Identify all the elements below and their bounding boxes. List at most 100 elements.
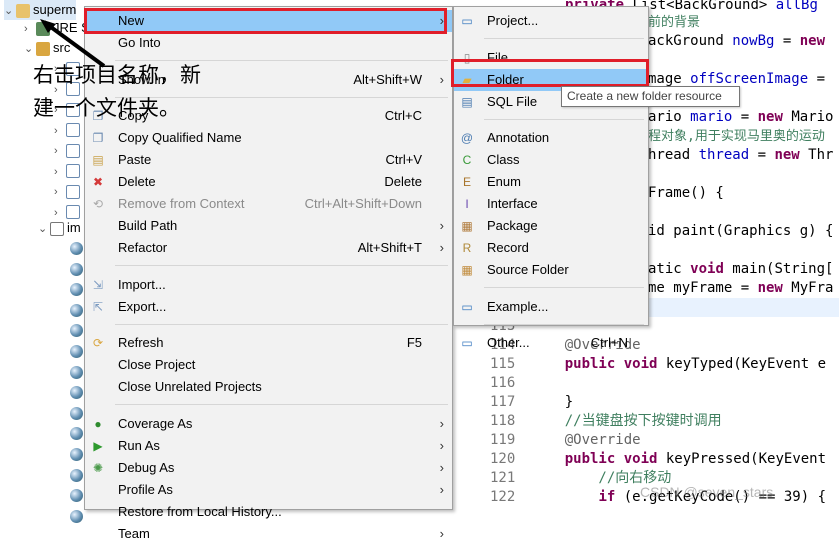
menu-separator <box>484 38 644 39</box>
menu-item-shortcut: Alt+Shift+T <box>357 240 422 255</box>
chevron-icon[interactable]: › <box>54 121 66 141</box>
menu-item-refactor[interactable]: Refactor Alt+Shift+T › <box>85 237 452 259</box>
menu-item-delete[interactable]: ✖ Delete Delete <box>85 171 452 193</box>
menu-item-label: Project... <box>487 13 539 28</box>
menu-item-label: Class <box>487 152 520 167</box>
menu-item-source-folder[interactable]: ▦ Source Folder <box>454 259 648 281</box>
menu-item-restore-from-local-history[interactable]: Restore from Local History... <box>85 501 452 523</box>
menu-item-label: Import... <box>118 276 166 292</box>
image-file-icon[interactable] <box>70 386 83 400</box>
code-line: ackGround nowBg = new <box>648 33 826 49</box>
chevron-icon[interactable]: › <box>54 182 66 202</box>
chevron-right-icon: › <box>439 240 444 255</box>
chevron-right-icon: › <box>439 437 444 453</box>
menu-item-label: Export... <box>118 298 167 314</box>
menu-item-shortcut: Ctrl+C <box>384 108 422 123</box>
menu-item-label: Build Path <box>118 218 178 233</box>
java-file-icon <box>66 205 80 220</box>
menu-item-debug-as[interactable]: ✺ Debug As › <box>85 457 452 479</box>
code-line: //当键盘按下按键时调用 <box>531 413 722 429</box>
copy-qualified-icon: ❐ <box>92 131 104 145</box>
menu-item-close-project[interactable]: Close Project <box>85 354 452 376</box>
menu-item-import[interactable]: ⇲ Import... <box>85 274 452 296</box>
image-file-icon[interactable] <box>70 448 83 461</box>
menu-item-run-as[interactable]: ▶ Run As › <box>85 435 452 457</box>
run-icon: ▶ <box>93 438 103 453</box>
chevron-icon[interactable]: ⌄ <box>38 219 50 239</box>
menu-item-shortcut: Ctrl+N <box>590 335 628 350</box>
menu-item-team[interactable]: Team › <box>85 523 452 545</box>
sql-file-icon: ▤ <box>461 94 473 109</box>
menu-item-shortcut: Ctrl+Alt+Shift+Down <box>304 196 422 211</box>
coverage-icon: ● <box>94 416 102 431</box>
code-line: atic void main(String[ <box>648 261 834 277</box>
tree-label: im <box>67 220 81 235</box>
image-file-icon[interactable] <box>70 324 83 338</box>
java-file-icon <box>66 184 80 199</box>
menu-item-close-unrelated-projects[interactable]: Close Unrelated Projects <box>85 376 452 398</box>
package-icon: ▦ <box>461 219 473 233</box>
menu-item-class[interactable]: C Class <box>454 149 648 171</box>
line-number: 119 <box>490 432 516 448</box>
menu-item-paste[interactable]: ▤ Paste Ctrl+V <box>85 149 452 171</box>
image-file-icon[interactable] <box>70 427 83 441</box>
image-file-icon[interactable] <box>70 406 83 420</box>
debug-icon: ✺ <box>92 460 104 475</box>
menu-item-enum[interactable]: E Enum <box>454 171 648 193</box>
menu-item-refresh[interactable]: ⟳ Refresh F5 <box>85 332 452 354</box>
chevron-right-icon: › <box>439 481 444 497</box>
tree-java-file[interactable]: › <box>54 161 83 181</box>
enum-icon: E <box>462 175 471 189</box>
image-file-icon[interactable] <box>70 468 83 482</box>
tree-java-file[interactable]: › <box>54 140 83 160</box>
chevron-right-icon: › <box>439 218 444 233</box>
menu-separator <box>115 404 448 405</box>
image-file-icon[interactable] <box>70 345 83 358</box>
image-file-icon[interactable] <box>70 283 83 297</box>
menu-item-label: SQL File <box>487 93 538 109</box>
menu-item-annotation[interactable]: @ Annotation <box>454 127 648 149</box>
java-file-icon <box>66 123 80 138</box>
code-line: @Override <box>531 432 641 448</box>
remove-context-icon: ⟲ <box>92 197 104 211</box>
import-icon: ⇲ <box>92 277 104 292</box>
menu-item-label: Annotation <box>487 130 550 145</box>
menu-item-export[interactable]: ⇱ Export... <box>85 296 452 318</box>
menu-item-example[interactable]: ▭ Example... <box>454 296 648 318</box>
new-project-icon: ▭ <box>461 14 473 28</box>
example-icon: ▭ <box>461 299 473 314</box>
menu-item-label: Run As <box>118 437 160 453</box>
export-icon: ⇱ <box>92 299 104 314</box>
tree-java-file[interactable]: › <box>54 181 83 201</box>
code-line: 程对象,用于实现马里奥的运动 <box>648 129 825 144</box>
menu-item-label: Example... <box>487 298 549 314</box>
menu-item-other[interactable]: ▭ Other... Ctrl+N <box>454 332 648 354</box>
image-file-icon[interactable] <box>70 509 83 523</box>
tree-images-folder[interactable]: ⌄ im <box>38 218 81 238</box>
menu-item-go-into[interactable]: Go Into <box>85 32 452 54</box>
image-file-icon[interactable] <box>70 365 83 379</box>
chevron-icon[interactable]: › <box>54 162 66 182</box>
line-number: 118 <box>490 413 516 429</box>
image-file-icon[interactable] <box>70 242 83 255</box>
tree-java-file[interactable]: › <box>54 120 83 140</box>
menu-item-project[interactable]: ▭ Project... <box>454 10 648 32</box>
menu-item-copy-qualified-name[interactable]: ❐ Copy Qualified Name <box>85 127 452 149</box>
menu-item-build-path[interactable]: Build Path › <box>85 215 452 237</box>
image-file-icon[interactable] <box>70 262 83 276</box>
annotation-text-line2: 建一个文件夹。 <box>33 96 180 120</box>
menu-item-record[interactable]: R Record <box>454 237 648 259</box>
image-file-icon[interactable] <box>70 489 83 503</box>
menu-item-package[interactable]: ▦ Package <box>454 215 648 237</box>
java-file-icon <box>66 164 80 179</box>
menu-item-profile-as[interactable]: Profile As › <box>85 479 452 501</box>
chevron-right-icon: › <box>439 415 444 431</box>
menu-item-interface[interactable]: I Interface <box>454 193 648 215</box>
menu-item-label: Debug As <box>118 459 175 475</box>
image-file-icon[interactable] <box>70 303 83 317</box>
interface-icon: I <box>465 197 469 211</box>
menu-item-coverage-as[interactable]: ● Coverage As › <box>85 413 452 435</box>
menu-item-remove-from-context[interactable]: ⟲ Remove from Context Ctrl+Alt+Shift+Down <box>85 193 452 215</box>
chevron-icon[interactable]: › <box>54 141 66 161</box>
delete-icon: ✖ <box>92 175 104 189</box>
